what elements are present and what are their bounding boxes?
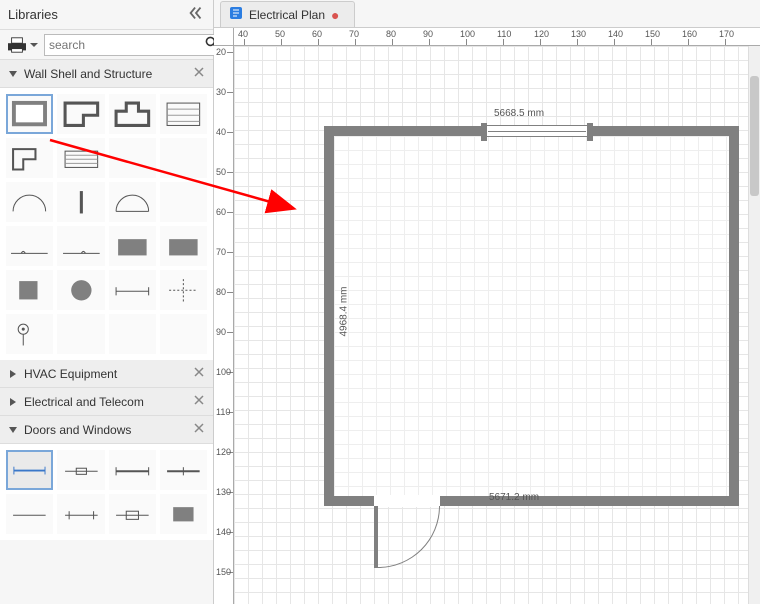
close-icon[interactable]: [193, 422, 205, 437]
dropdown-icon: [30, 43, 38, 47]
section-elec[interactable]: Electrical and Telecom: [0, 388, 213, 416]
shape-fillrect2[interactable]: [160, 226, 207, 266]
section-doors[interactable]: Doors and Windows: [0, 416, 213, 444]
shape-lwall2[interactable]: [6, 138, 53, 178]
section-wall[interactable]: Wall Shell and Structure: [0, 60, 213, 88]
collapse-panel-icon[interactable]: [187, 4, 205, 25]
shape-slab[interactable]: [160, 94, 207, 134]
library-toolbar: [0, 30, 213, 60]
shape-room[interactable]: [6, 94, 53, 134]
shape-troom[interactable]: [109, 94, 156, 134]
shape-arc1[interactable]: [6, 182, 53, 222]
section-hvac-label: HVAC Equipment: [24, 367, 117, 381]
chevron-down-icon: [8, 69, 18, 79]
horizontal-ruler: 405060708090100110120130140150160170: [234, 28, 760, 46]
door-swing-arc: [374, 506, 440, 568]
shape-e5[interactable]: [109, 314, 156, 354]
section-wall-label: Wall Shell and Structure: [24, 67, 152, 81]
dim-left: 4968.4 mm: [339, 286, 350, 336]
tab-label: Electrical Plan: [249, 8, 325, 22]
editor-area: Electrical Plan ● 4050607080901001101201…: [214, 0, 760, 604]
shape-ledge2[interactable]: [57, 226, 104, 266]
canvas[interactable]: 5668.5 mm 5671.2 mm 4968.4 mm 4968.4 mm: [234, 46, 748, 604]
door-shape-4[interactable]: [160, 450, 207, 490]
door-shape-2[interactable]: [57, 450, 104, 490]
section-doors-label: Doors and Windows: [24, 423, 131, 437]
shape-fillrect[interactable]: [109, 226, 156, 266]
ruler-origin: [214, 28, 234, 46]
search-box[interactable]: [44, 34, 225, 56]
door-shape-8[interactable]: [160, 494, 207, 534]
shape-sq[interactable]: [6, 270, 53, 310]
close-icon[interactable]: [193, 394, 205, 409]
shape-empty3[interactable]: [160, 182, 207, 222]
shape-circ[interactable]: [57, 270, 104, 310]
door-shape-5[interactable]: [6, 494, 53, 534]
dim-top: 5668.5 mm: [494, 108, 544, 119]
room-interior: [334, 136, 729, 496]
shape-lroom[interactable]: [57, 94, 104, 134]
close-icon[interactable]: [193, 366, 205, 381]
section-hvac[interactable]: HVAC Equipment: [0, 360, 213, 388]
section-elec-label: Electrical and Telecom: [24, 395, 144, 409]
canvas-wrap: 405060708090100110120130140150160170 203…: [214, 28, 760, 604]
search-input[interactable]: [49, 38, 204, 52]
dim-bottom: 5671.2 mm: [489, 492, 539, 503]
shape-e6[interactable]: [160, 314, 207, 354]
chevron-right-icon: [8, 397, 18, 407]
window-top[interactable]: [484, 125, 590, 137]
shape-dim[interactable]: [109, 270, 156, 310]
shape-e4[interactable]: [57, 314, 104, 354]
shape-ring[interactable]: [6, 314, 53, 354]
vertical-ruler: 2030405060708090100110120130140150: [214, 46, 234, 604]
close-icon[interactable]: [193, 66, 205, 81]
shape-hatched[interactable]: [57, 138, 104, 178]
chevron-right-icon: [8, 369, 18, 379]
library-header: Libraries: [0, 0, 213, 30]
wall-shapes-grid: [0, 88, 213, 360]
shape-vline[interactable]: [57, 182, 104, 222]
library-preset-icon[interactable]: [6, 36, 38, 54]
scroll-thumb[interactable]: [750, 76, 759, 196]
shape-arc2[interactable]: [109, 182, 156, 222]
shape-ledge1[interactable]: [6, 226, 53, 266]
tab-bar: Electrical Plan ●: [214, 0, 760, 28]
document-icon: [229, 6, 243, 23]
chevron-down-icon: [8, 425, 18, 435]
door-shape-6[interactable]: [57, 494, 104, 534]
doors-shapes-grid: [0, 444, 213, 540]
library-panel: Libraries Wall Shell: [0, 0, 214, 604]
door-shape-1[interactable]: [6, 450, 53, 490]
shape-empty2[interactable]: [160, 138, 207, 178]
room-outline[interactable]: [324, 126, 739, 506]
door-shape-7[interactable]: [109, 494, 156, 534]
door-shape-3[interactable]: [109, 450, 156, 490]
vertical-scrollbar[interactable]: [748, 46, 760, 604]
library-title: Libraries: [8, 7, 187, 22]
shape-cross[interactable]: [160, 270, 207, 310]
tab-electrical-plan[interactable]: Electrical Plan ●: [220, 1, 355, 27]
dirty-indicator-icon: ●: [331, 8, 339, 22]
shape-empty1[interactable]: [109, 138, 156, 178]
